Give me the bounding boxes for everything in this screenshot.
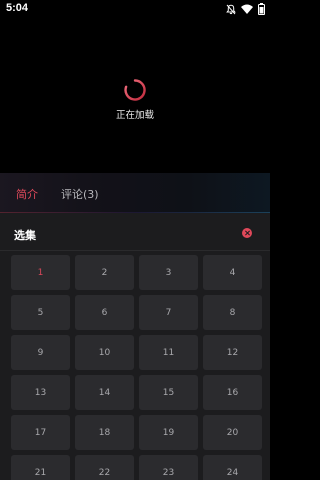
episode-button[interactable]: 9 bbox=[11, 335, 70, 370]
close-icon[interactable] bbox=[242, 228, 252, 238]
loading-text: 正在加载 bbox=[115, 110, 154, 121]
mute-bell-icon bbox=[226, 4, 236, 15]
episode-button[interactable]: 3 bbox=[139, 255, 198, 290]
episode-button[interactable]: 22 bbox=[75, 455, 134, 480]
episode-button[interactable]: 5 bbox=[11, 295, 70, 330]
episode-button[interactable]: 19 bbox=[139, 415, 198, 450]
episode-sheet: 选集 1 2 3 4 5 6 7 8 9 10 11 12 13 14 15 16 17 18 19 20 21 22 23… bbox=[0, 213, 270, 480]
episode-button[interactable]: 6 bbox=[75, 295, 134, 330]
episode-button[interactable]: 13 bbox=[11, 375, 70, 410]
episode-sheet-title: 选集 bbox=[14, 229, 36, 242]
episode-button[interactable]: 12 bbox=[203, 335, 262, 370]
tab-intro[interactable]: 简介 bbox=[16, 186, 38, 202]
episode-button[interactable]: 20 bbox=[203, 415, 262, 450]
status-icons bbox=[226, 3, 265, 15]
episode-button[interactable]: 23 bbox=[139, 455, 198, 480]
tab-comments[interactable]: 评论(3) bbox=[61, 186, 99, 202]
episode-button[interactable]: 11 bbox=[139, 335, 198, 370]
episode-button[interactable]: 2 bbox=[75, 255, 134, 290]
episode-button[interactable]: 24 bbox=[203, 455, 262, 480]
tab-bar: 简介 评论(3) bbox=[0, 173, 270, 213]
episode-button[interactable]: 18 bbox=[75, 415, 134, 450]
status-time: 5:04 bbox=[6, 2, 29, 14]
episode-button[interactable]: 16 bbox=[203, 375, 262, 410]
episode-button[interactable]: 1 bbox=[11, 255, 70, 290]
wifi-icon bbox=[241, 4, 253, 14]
episode-button[interactable]: 10 bbox=[75, 335, 134, 370]
loading-spinner-icon bbox=[123, 78, 147, 102]
video-player[interactable]: 正在加载 bbox=[0, 20, 270, 173]
battery-icon bbox=[258, 3, 265, 15]
episode-sheet-header: 选集 bbox=[0, 213, 270, 251]
episode-button[interactable]: 21 bbox=[11, 455, 70, 480]
episode-button[interactable]: 14 bbox=[75, 375, 134, 410]
episode-grid: 1 2 3 4 5 6 7 8 9 10 11 12 13 14 15 16 17 18 19 20 21 22 23 24 bbox=[11, 255, 262, 480]
status-bar: 5:04 bbox=[0, 0, 270, 20]
episode-button[interactable]: 4 bbox=[203, 255, 262, 290]
episode-button[interactable]: 7 bbox=[139, 295, 198, 330]
episode-button[interactable]: 8 bbox=[203, 295, 262, 330]
episode-button[interactable]: 15 bbox=[139, 375, 198, 410]
episode-button[interactable]: 17 bbox=[11, 415, 70, 450]
